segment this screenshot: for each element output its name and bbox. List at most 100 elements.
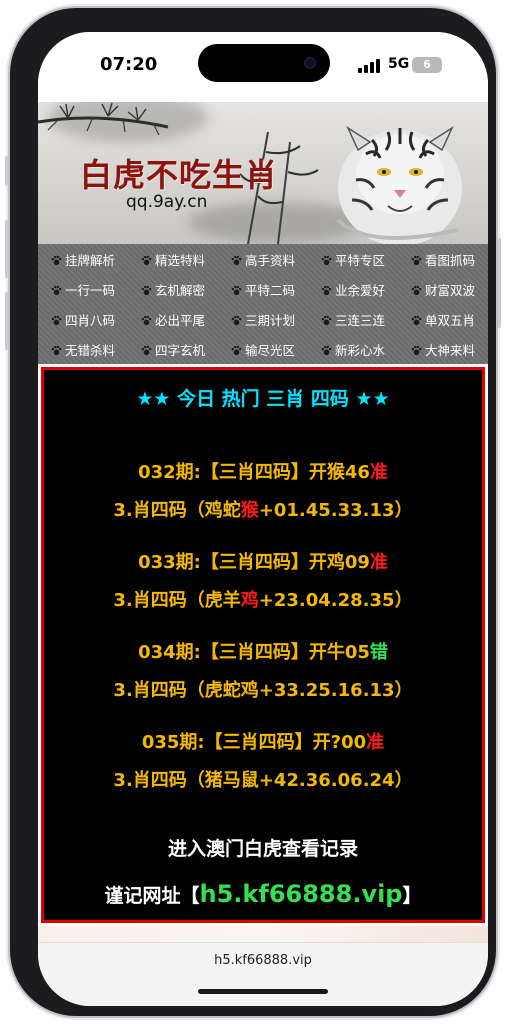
paw-icon: [411, 254, 422, 265]
record-issue: 034期:【三肖四码】开牛05: [138, 642, 370, 663]
paw-icon: [321, 284, 332, 295]
volume-up-button: [5, 220, 8, 278]
nav-item[interactable]: 大神来料: [398, 334, 488, 364]
browser-bottom-bar: h5.kf66888.vip: [38, 942, 488, 1006]
site-url-line: 谨记网址【h5.kf66888.vip】: [44, 880, 482, 908]
prediction-panel: ★★ 今日 热门 三肖 四码 ★★ 032期:【三肖四码】开猴46准 3.肖四码…: [41, 367, 485, 923]
paw-icon: [141, 254, 152, 265]
record-issue: 032期:【三肖四码】开猴46: [138, 462, 370, 483]
nav-item[interactable]: 输尽光区: [218, 334, 308, 364]
record-issue: 033期:【三肖四码】开鸡09: [138, 552, 370, 573]
nav-item-label: 精选特料: [154, 252, 205, 268]
nav-item[interactable]: 平特专区: [308, 244, 398, 274]
nav-item-label: 玄机解密: [154, 282, 205, 298]
white-tiger-icon: [336, 126, 462, 244]
nav-item[interactable]: 一行一码: [38, 274, 128, 304]
record-result: 准: [366, 732, 385, 753]
record-result: 准: [369, 552, 388, 573]
record-picks-line: 3.肖四码（虎羊鸡+23.04.28.35）: [44, 586, 482, 612]
status-time: 07:20: [100, 54, 158, 75]
nav-item-label: 平特二码: [244, 282, 295, 298]
nav-item[interactable]: 必出平尾: [128, 304, 218, 334]
nav-item[interactable]: 三期计划: [218, 304, 308, 334]
nav-item[interactable]: 挂牌解析: [38, 244, 128, 274]
nav-item-label: 财富双波: [424, 282, 475, 298]
nav-item-label: 必出平尾: [154, 312, 205, 328]
nav-item[interactable]: 玄机解密: [128, 274, 218, 304]
power-button: [498, 238, 501, 328]
record-picks-prefix: 3.肖四码（虎羊: [113, 590, 241, 611]
screen: 07:20 5G 6 白虎不吃生肖 qq.9ay.cn 挂牌解析 精选特料 高手…: [38, 32, 488, 1006]
nav-item-label: 单双五肖: [424, 312, 475, 328]
category-nav-grid: 挂牌解析 精选特料 高手资料 平特专区 看图抓码一行一码 玄机解密 平特二码 业余爱好 财富双波…: [38, 244, 488, 364]
nav-item-label: 无错杀料: [64, 342, 115, 358]
banner-title: 白虎不吃生肖: [80, 156, 279, 194]
network-label: 5G: [388, 56, 410, 72]
nav-item-label: 三期计划: [244, 312, 295, 328]
paw-icon: [411, 314, 422, 325]
paw-icon: [231, 314, 242, 325]
camera-icon: [304, 57, 316, 69]
record-issue-line: 032期:【三肖四码】开猴46准: [44, 458, 482, 484]
home-indicator[interactable]: [198, 989, 328, 994]
paw-icon: [411, 284, 422, 295]
record-picks-hit: 猴: [240, 500, 259, 521]
paw-icon: [321, 254, 332, 265]
paw-icon: [321, 314, 332, 325]
nav-item[interactable]: 无错杀料: [38, 334, 128, 364]
nav-item[interactable]: 看图抓码: [398, 244, 488, 274]
paw-icon: [141, 314, 152, 325]
paw-icon: [231, 284, 242, 295]
paw-icon: [321, 344, 332, 355]
record-picks-prefix: 3.肖四码（猪马鼠+42.36.06.24）: [113, 770, 413, 791]
nav-item[interactable]: 四肖八码: [38, 304, 128, 334]
nav-item[interactable]: 三连三连: [308, 304, 398, 334]
nav-item-label: 挂牌解析: [64, 252, 115, 268]
site-banner[interactable]: 白虎不吃生肖 qq.9ay.cn: [38, 102, 488, 244]
paw-icon: [411, 344, 422, 355]
nav-item-label: 一行一码: [64, 282, 115, 298]
record-picks-line: 3.肖四码（虎蛇鸡+33.25.16.13）: [44, 676, 482, 702]
nav-item[interactable]: 精选特料: [128, 244, 218, 274]
nav-item[interactable]: 单双五肖: [398, 304, 488, 334]
nav-item[interactable]: 高手资料: [218, 244, 308, 274]
nav-item-label: 平特专区: [334, 252, 385, 268]
volume-down-button: [5, 292, 8, 350]
nav-item[interactable]: 业余爱好: [308, 274, 398, 304]
nav-item[interactable]: 平特二码: [218, 274, 308, 304]
paw-icon: [231, 254, 242, 265]
record-picks-line: 3.肖四码（猪马鼠+42.36.06.24）: [44, 766, 482, 792]
paw-icon: [231, 344, 242, 355]
nav-item-label: 业余爱好: [334, 282, 385, 298]
record-picks-suffix: +01.45.33.13）: [258, 500, 413, 521]
status-bar: 07:20 5G 6: [38, 32, 488, 102]
paw-icon: [51, 254, 62, 265]
record-picks-line: 3.肖四码（鸡蛇猴+01.45.33.13）: [44, 496, 482, 522]
banner-subtitle: qq.9ay.cn: [126, 192, 208, 212]
url-close: 】: [402, 885, 422, 907]
nav-item-label: 看图抓码: [424, 252, 475, 268]
record-result: 错: [369, 642, 388, 663]
paw-icon: [51, 344, 62, 355]
paw-icon: [141, 344, 152, 355]
nav-item-label: 大神来料: [424, 342, 475, 358]
record-result: 准: [369, 462, 388, 483]
record-issue: 035期:【三肖四码】开?00: [141, 732, 367, 753]
nav-item[interactable]: 财富双波: [398, 274, 488, 304]
nav-item[interactable]: 新彩心水: [308, 334, 398, 364]
nav-item[interactable]: 四字玄机: [128, 334, 218, 364]
record-issue-line: 035期:【三肖四码】开?00准: [44, 728, 482, 754]
nav-item-label: 四字玄机: [154, 342, 205, 358]
site-url-link[interactable]: h5.kf66888.vip: [200, 880, 403, 908]
panel-headline: ★★ 今日 热门 三肖 四码 ★★: [136, 388, 390, 410]
enter-records-link[interactable]: 进入澳门白虎查看记录: [44, 834, 482, 861]
nav-item-label: 输尽光区: [244, 342, 295, 358]
nav-item-label: 四肖八码: [64, 312, 115, 328]
record-issue-line: 033期:【三肖四码】开鸡09准: [44, 548, 482, 574]
address-bar[interactable]: h5.kf66888.vip: [38, 953, 488, 968]
url-label: 谨记网址【: [104, 885, 200, 907]
record-picks-prefix: 3.肖四码（鸡蛇: [113, 500, 241, 521]
paw-icon: [141, 284, 152, 295]
battery-icon: 6: [412, 57, 442, 73]
paw-icon: [51, 284, 62, 295]
